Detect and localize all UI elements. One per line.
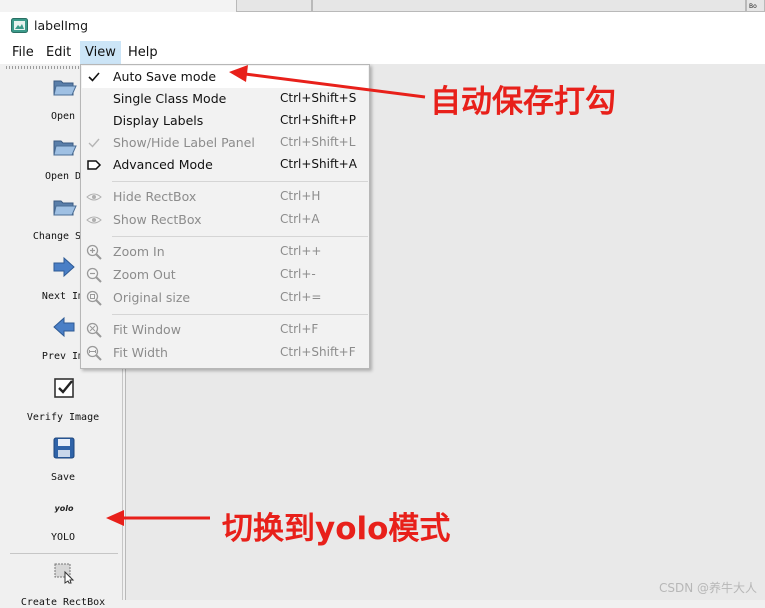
annotation-yolo: 切换到yolo模式 bbox=[222, 511, 451, 547]
annotation-autosave: 自动保存打勾 bbox=[430, 84, 616, 120]
yolo-arrow bbox=[106, 510, 210, 526]
autosave-arrow bbox=[229, 65, 426, 99]
watermark: CSDN @养牛大人 bbox=[658, 581, 757, 595]
